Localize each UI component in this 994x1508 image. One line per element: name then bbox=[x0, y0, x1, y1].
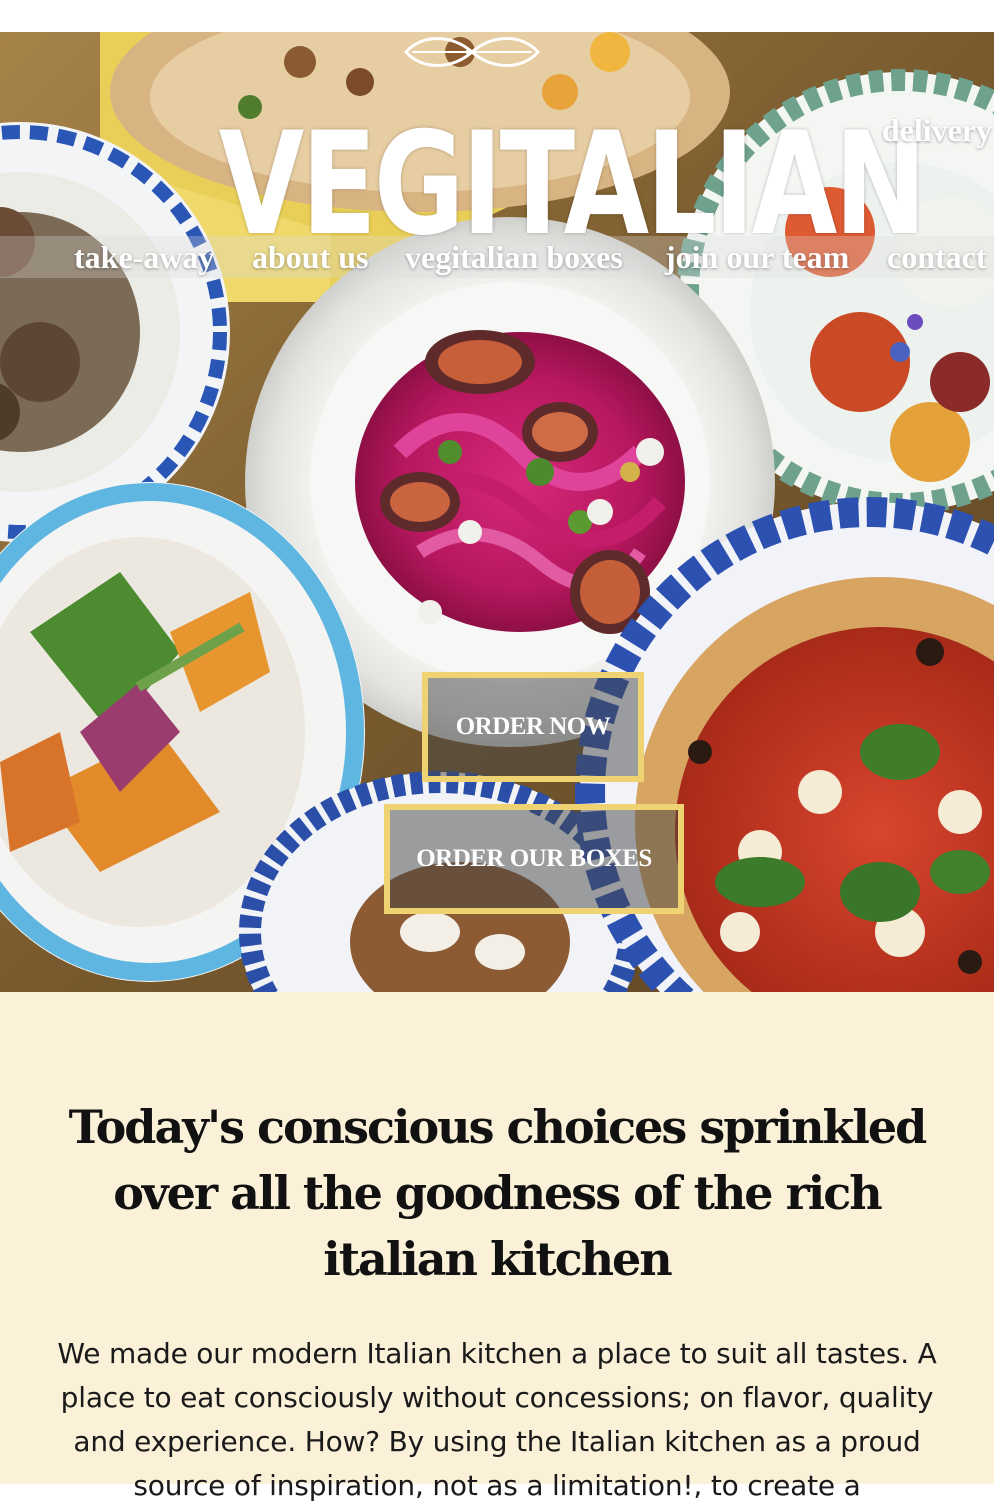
intro-heading: Today's conscious choices sprinkled over… bbox=[68, 1100, 928, 1286]
order-boxes-button[interactable]: ORDER OUR BOXES bbox=[384, 804, 684, 914]
nav-link-about-us[interactable]: about us bbox=[252, 234, 369, 280]
hero-section: VEGITALIAN delivery take-away about us v… bbox=[0, 32, 994, 992]
intro-body-text: We made our modern Italian kitchen a pla… bbox=[57, 1337, 937, 1502]
nav-delivery-link[interactable]: delivery bbox=[882, 112, 992, 149]
nav-link-contact[interactable]: contact bbox=[887, 234, 987, 280]
nav-link-take-away[interactable]: take-away bbox=[74, 234, 214, 280]
order-now-button[interactable]: ORDER NOW bbox=[422, 672, 644, 782]
nav-link-vegitalian-boxes[interactable]: vegitalian boxes bbox=[405, 234, 623, 280]
leaf-ornament-icon bbox=[403, 37, 541, 67]
intro-section: Today's conscious choices sprinkled over… bbox=[0, 992, 994, 1502]
nav-link-join-our-team[interactable]: join our team bbox=[665, 234, 849, 280]
